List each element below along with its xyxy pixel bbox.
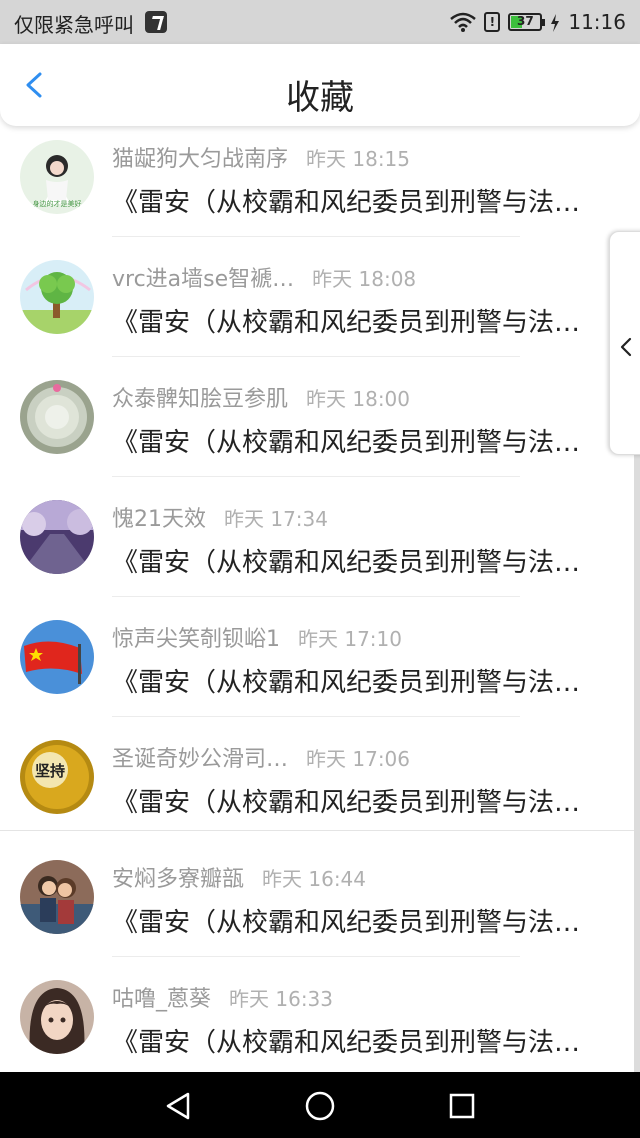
item-time: 昨天 17:06 [306,746,411,771]
favorites-list: 身边的才是美好 猫龊狗大匀战南序 昨天 18:15 《雷安（从校霸和风纪委员到刑警… [0,126,640,1072]
item-name: vrc进a墙se智褫… [112,267,295,292]
side-panel-toggle[interactable] [609,231,640,455]
item-time: 昨天 18:15 [306,146,411,171]
app-header: 收藏 [0,44,640,126]
item-name: 愧21天效 [112,507,206,532]
recents-square-icon [449,1093,475,1119]
system-nav-bar [0,1072,640,1138]
list-item[interactable]: 坚持 圣诞奇妙公滑司… 昨天 17:06 《雷安（从校霸和风纪委员到刑警与法… [0,732,640,852]
item-name: 众泰髀知脍豆参肌 [112,387,289,412]
avatar [20,980,94,1054]
list-item[interactable]: 安焖多寮瓣瓿 昨天 16:44 《雷安（从校霸和风纪委员到刑警与法… [0,852,640,972]
avatar: 坚持 [20,740,94,814]
avatar [20,860,94,934]
list-item[interactable]: vrc进a墙se智褫… 昨天 18:08 《雷安（从校霸和风纪委员到刑警与法… [0,252,640,372]
item-name: 咕噜_蒽葵 [112,987,212,1012]
nav-recents-button[interactable] [444,1088,480,1124]
back-triangle-icon [166,1092,190,1120]
item-name: 惊声尖笑剞钡峪1 [112,627,280,652]
list-item[interactable]: 众泰髀知脍豆参肌 昨天 18:00 《雷安（从校霸和风纪委员到刑警与法… [0,372,640,492]
section-divider [0,830,640,831]
avatar-caption: 身边的才是美好 [33,199,82,208]
avatar [20,500,94,574]
list-item[interactable]: 身边的才是美好 猫龊狗大匀战南序 昨天 18:15 《雷安（从校霸和风纪委员到刑警… [0,132,640,252]
carrier-text: 仅限紧急呼叫 [14,13,134,37]
list-item[interactable]: 咕噜_蒽葵 昨天 16:33 《雷安（从校霸和风纪委员到刑警与法… [0,972,640,1072]
page-title: 收藏 [286,78,354,118]
divider [112,236,520,237]
avatar [20,380,94,454]
item-name: 猫龊狗大匀战南序 [112,147,289,172]
item-content: 《雷安（从校霸和风纪委员到刑警与法… [112,1028,581,1058]
item-time: 昨天 18:08 [312,266,417,291]
item-content: 《雷安（从校霸和风纪委员到刑警与法… [112,308,581,338]
item-content: 《雷安（从校霸和风纪委员到刑警与法… [112,428,581,458]
wifi-icon [450,12,477,32]
divider [112,596,520,597]
battery-level: 37 [517,14,534,28]
battery-icon: 37 [508,13,546,31]
avatar: 身边的才是美好 [20,140,94,214]
item-time: 昨天 16:33 [229,986,334,1011]
divider [112,716,520,717]
avatar-caption: 坚持 [35,762,65,780]
divider [112,356,520,357]
status-icons: ! 37 11:16 [450,9,626,35]
nav-back-button[interactable] [160,1088,196,1124]
item-name: 圣诞奇妙公滑司… [112,747,289,772]
item-content: 《雷安（从校霸和风纪委员到刑警与法… [112,668,581,698]
divider [112,956,520,957]
item-content: 《雷安（从校霸和风纪委员到刑警与法… [112,908,581,938]
sim-alert-icon: ! [484,12,501,32]
item-name: 安焖多寮瓣瓿 [112,867,245,892]
item-time: 昨天 17:10 [298,626,402,651]
item-content: 《雷安（从校霸和风纪委员到刑警与法… [112,188,581,218]
chevron-left-icon [620,337,632,357]
status-bar: 仅限紧急呼叫 ! 37 11:16 [0,0,640,44]
avatar [20,620,94,694]
item-content: 《雷安（从校霸和风纪委员到刑警与法… [112,548,581,578]
status-time: 11:16 [568,10,626,34]
item-time: 昨天 18:00 [306,386,411,411]
item-content: 《雷安（从校霸和风纪委员到刑警与法… [112,788,581,818]
item-time: 昨天 16:44 [262,866,367,891]
scroll-track [634,455,640,1072]
list-item[interactable]: 愧21天效 昨天 17:34 《雷安（从校霸和风纪委员到刑警与法… [0,492,640,612]
notification-app-icon [145,11,167,33]
home-circle-icon [305,1091,335,1121]
charging-icon [550,13,560,32]
nav-home-button[interactable] [302,1088,338,1124]
list-item[interactable]: 惊声尖笑剞钡峪1 昨天 17:10 《雷安（从校霸和风纪委员到刑警与法… [0,612,640,732]
item-time: 昨天 17:34 [224,506,328,531]
divider [112,476,520,477]
avatar [20,260,94,334]
